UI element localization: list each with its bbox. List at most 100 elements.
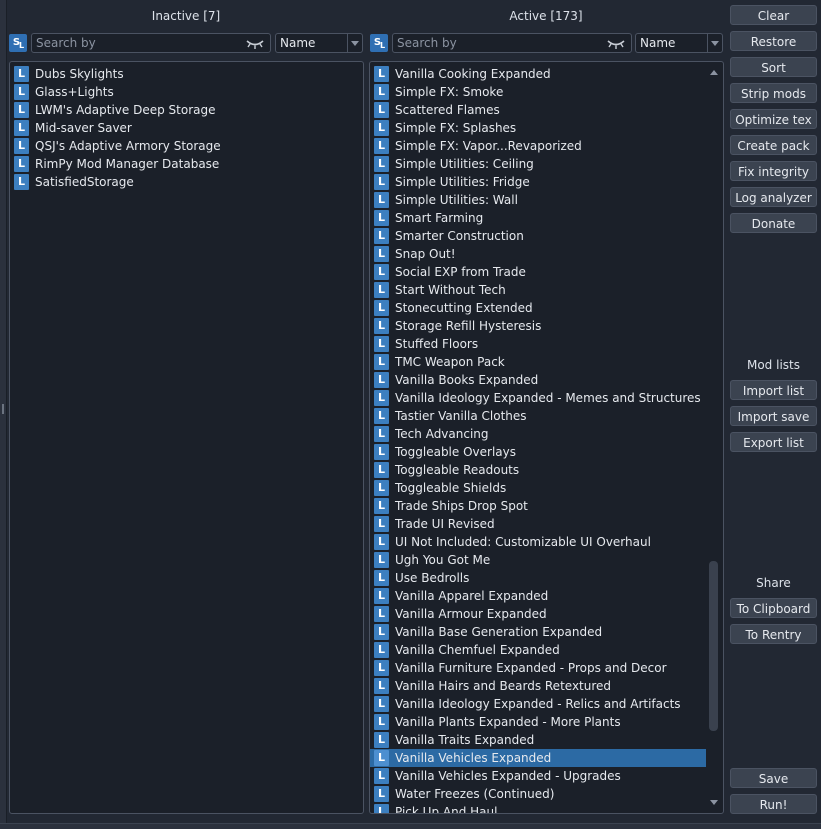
left-splitter[interactable]: [0, 0, 7, 828]
mod-list-item[interactable]: L TMC Weapon Pack: [370, 353, 706, 371]
mod-list-item[interactable]: L Vanilla Plants Expanded - More Plants: [370, 713, 706, 731]
mod-name-label: Tech Advancing: [395, 427, 489, 441]
scroll-up-arrow-icon[interactable]: [710, 70, 718, 75]
chevron-down-icon[interactable]: [347, 34, 362, 52]
active-search-input[interactable]: [397, 35, 597, 51]
mod-name-label: Vanilla Traits Expanded: [395, 733, 535, 747]
mod-list-item[interactable]: L Vanilla Vehicles Expanded: [370, 749, 706, 767]
mod-list-item[interactable]: L Simple FX: Splashes: [370, 119, 706, 137]
hide-eye-icon[interactable]: [246, 36, 264, 50]
mod-list-item[interactable]: L Vanilla Cooking Expanded: [370, 65, 706, 83]
active-mod-list[interactable]: L Vanilla Cooking Expanded L Simple FX: Smo…: [369, 61, 724, 814]
mod-list-item[interactable]: L Vanilla Ideology Expanded - Relics and …: [370, 695, 706, 713]
local-mod-badge-icon: L: [14, 66, 29, 82]
mod-list-item[interactable]: L Simple FX: Vapor...Revaporized: [370, 137, 706, 155]
mod-list-item[interactable]: L Snap Out!: [370, 245, 706, 263]
mod-list-item[interactable]: L Vanilla Armour Expanded: [370, 605, 706, 623]
mod-list-item[interactable]: L Start Without Tech: [370, 281, 706, 299]
inactive-title: Inactive [7]: [151, 9, 221, 23]
mod-list-item[interactable]: L Glass+Lights: [10, 83, 363, 101]
optimize-tex-button[interactable]: Optimize tex: [730, 109, 817, 129]
hide-eye-icon[interactable]: [607, 36, 625, 50]
status-bar: [0, 823, 821, 829]
mod-list-item[interactable]: L Smart Farming: [370, 209, 706, 227]
mod-list-item[interactable]: L Ugh You Got Me: [370, 551, 706, 569]
mod-list-item[interactable]: L Toggleable Readouts: [370, 461, 706, 479]
inactive-mod-list[interactable]: L Dubs Skylights L Glass+Lights L LWM's Adapt…: [9, 61, 364, 814]
splitter-grip-icon[interactable]: [2, 404, 4, 414]
mod-list-item[interactable]: L Stuffed Floors: [370, 335, 706, 353]
active-list-scrollbar[interactable]: [707, 64, 721, 812]
mod-list-item[interactable]: L Storage Refill Hysteresis: [370, 317, 706, 335]
mod-name-label: Vanilla Armour Expanded: [395, 607, 547, 621]
active-search-mode-icon[interactable]: SL: [370, 34, 388, 52]
inactive-sort-select[interactable]: Name: [275, 33, 363, 53]
scrollbar-thumb[interactable]: [709, 561, 718, 731]
mod-list-item[interactable]: L Vanilla Hairs and Beards Retextured: [370, 677, 706, 695]
mod-name-label: Simple Utilities: Wall: [395, 193, 518, 207]
create-pack-button[interactable]: Create pack: [730, 135, 817, 155]
mod-list-item[interactable]: L LWM's Adaptive Deep Storage: [10, 101, 363, 119]
mod-list-item[interactable]: L Use Bedrolls: [370, 569, 706, 587]
import-list-button[interactable]: Import list: [730, 380, 817, 400]
sort-button[interactable]: Sort: [730, 57, 817, 77]
mod-list-item[interactable]: L Toggleable Overlays: [370, 443, 706, 461]
mod-list-item[interactable]: L Simple Utilities: Ceiling: [370, 155, 706, 173]
mod-list-item[interactable]: L Simple Utilities: Wall: [370, 191, 706, 209]
save-button[interactable]: Save: [730, 768, 817, 788]
active-sort-select[interactable]: Name: [635, 33, 723, 53]
mod-list-item[interactable]: L Pick Up And Haul: [370, 803, 706, 813]
mod-list-item[interactable]: L UI Not Included: Customizable UI Overha…: [370, 533, 706, 551]
mod-list-item[interactable]: L Dubs Skylights: [10, 65, 363, 83]
mod-list-item[interactable]: L Vanilla Ideology Expanded - Memes and S…: [370, 389, 706, 407]
mod-list-item[interactable]: L Vanilla Traits Expanded: [370, 731, 706, 749]
to-clipboard-button[interactable]: To Clipboard: [730, 598, 817, 618]
mod-list-item[interactable]: L Vanilla Chemfuel Expanded: [370, 641, 706, 659]
inactive-search-input[interactable]: [36, 35, 236, 51]
export-list-button[interactable]: Export list: [730, 432, 817, 452]
mod-name-label: Smart Farming: [395, 211, 484, 225]
mod-list-item[interactable]: L Trade UI Revised: [370, 515, 706, 533]
mod-name-label: Vanilla Hairs and Beards Retextured: [395, 679, 612, 693]
mod-list-item[interactable]: L Scattered Flames: [370, 101, 706, 119]
mod-list-item[interactable]: L Smarter Construction: [370, 227, 706, 245]
mod-name-label: Toggleable Readouts: [395, 463, 520, 477]
inactive-search-field[interactable]: [31, 33, 271, 53]
mod-list-item[interactable]: L Simple FX: Smoke: [370, 83, 706, 101]
to-rentry-button[interactable]: To Rentry: [730, 624, 817, 644]
mod-list-item[interactable]: L Simple Utilities: Fridge: [370, 173, 706, 191]
inactive-search-mode-icon[interactable]: SL: [9, 34, 27, 52]
mod-list-item[interactable]: L SatisfiedStorage: [10, 173, 363, 191]
mod-name-label: Trade UI Revised: [395, 517, 495, 531]
donate-button[interactable]: Donate: [730, 213, 817, 233]
mod-list-item[interactable]: L Mid-saver Saver: [10, 119, 363, 137]
log-analyzer-button[interactable]: Log analyzer: [730, 187, 817, 207]
mod-list-item[interactable]: L RimPy Mod Manager Database: [10, 155, 363, 173]
mod-list-item[interactable]: L Vanilla Base Generation Expanded: [370, 623, 706, 641]
mod-list-item[interactable]: L Vanilla Furniture Expanded - Props and …: [370, 659, 706, 677]
local-mod-badge-icon: L: [374, 750, 389, 766]
strip-mods-button[interactable]: Strip mods: [730, 83, 817, 103]
mod-list-item[interactable]: L QSJ's Adaptive Armory Storage: [10, 137, 363, 155]
active-search-field[interactable]: [392, 33, 632, 53]
mod-list-item[interactable]: L Vanilla Apparel Expanded: [370, 587, 706, 605]
scroll-down-arrow-icon[interactable]: [710, 800, 718, 805]
mod-name-label: Vanilla Books Expanded: [395, 373, 539, 387]
clear-button[interactable]: Clear: [730, 5, 817, 25]
local-mod-badge-icon: L: [374, 318, 389, 334]
mod-list-item[interactable]: L Stonecutting Extended: [370, 299, 706, 317]
mod-list-item[interactable]: L Trade Ships Drop Spot: [370, 497, 706, 515]
import-save-button[interactable]: Import save: [730, 406, 817, 426]
mod-list-item[interactable]: L Social EXP from Trade: [370, 263, 706, 281]
mod-list-item[interactable]: L Tech Advancing: [370, 425, 706, 443]
mod-list-item[interactable]: L Water Freezes (Continued): [370, 785, 706, 803]
restore-button[interactable]: Restore: [730, 31, 817, 51]
mod-list-item[interactable]: L Toggleable Shields: [370, 479, 706, 497]
run-button[interactable]: Run!: [730, 794, 817, 814]
mod-list-item[interactable]: L Tastier Vanilla Clothes: [370, 407, 706, 425]
mod-list-item[interactable]: L Vanilla Vehicles Expanded - Upgrades: [370, 767, 706, 785]
active-sort-value: Name: [640, 36, 676, 50]
fix-integrity-button[interactable]: Fix integrity: [730, 161, 817, 181]
mod-list-item[interactable]: L Vanilla Books Expanded: [370, 371, 706, 389]
chevron-down-icon[interactable]: [707, 34, 722, 52]
